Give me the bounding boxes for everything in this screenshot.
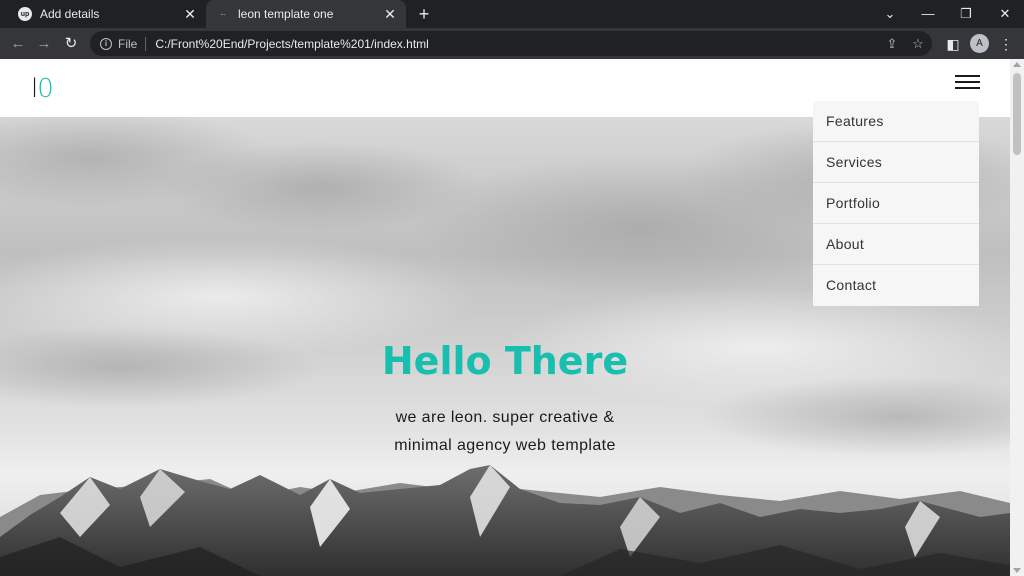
restore-icon[interactable]: ❐ [956, 4, 976, 24]
hero-title: Hello There [381, 339, 629, 383]
new-tab-button[interactable]: + [414, 4, 434, 24]
address-separator [145, 36, 147, 51]
menu-item-features[interactable]: Features [813, 101, 979, 142]
menu-item-about[interactable]: About [813, 224, 979, 265]
address-bar[interactable]: i File C:/Front%20End/Projects/template%… [90, 31, 932, 56]
tab-favicon-icon: up [18, 7, 32, 21]
info-icon[interactable]: i [100, 37, 112, 50]
tab-leon-template[interactable]: ... leon template one ✕ [206, 0, 406, 28]
tab-search-icon[interactable]: ⌄ [880, 4, 900, 24]
menu-item-contact[interactable]: Contact [813, 265, 979, 306]
bookmark-star-icon[interactable]: ☆ [909, 35, 927, 53]
address-scheme: File [118, 36, 138, 51]
hero-subtitle-line: minimal agency web template [394, 437, 616, 454]
logo-letter: 0 [37, 74, 54, 104]
close-tab-icon[interactable]: ✕ [382, 6, 398, 22]
menu-item-services[interactable]: Services [813, 142, 979, 183]
hamburger-menu-icon[interactable] [955, 75, 980, 91]
profile-avatar[interactable]: A [970, 34, 989, 53]
tab-title: leon template one [238, 7, 334, 21]
reload-icon[interactable]: ↻ [61, 34, 81, 54]
close-window-icon[interactable]: ✕ [995, 4, 1015, 24]
share-icon[interactable]: ⇪ [883, 35, 901, 53]
page-scrollbar[interactable] [1010, 59, 1024, 576]
minimize-icon[interactable]: — [918, 4, 938, 24]
scrollbar-thumb[interactable] [1013, 73, 1021, 155]
browser-toolbar: ← → ↻ i File C:/Front%20End/Projects/tem… [0, 28, 1024, 59]
dropdown-nav-menu: Features Services Portfolio About Contac… [813, 101, 979, 306]
side-panel-icon[interactable]: ◧ [943, 34, 963, 54]
page-viewport: Hello There we are leon. super creative … [0, 59, 1024, 576]
tab-title: Add details [40, 7, 100, 21]
back-icon[interactable]: ← [8, 34, 28, 54]
hero-subtitle-line: we are leon. super creative & [395, 409, 615, 426]
more-menu-icon[interactable]: ⋮ [996, 34, 1016, 54]
tab-favicon-icon: ... [220, 11, 226, 17]
hero-subtitle: we are leon. super creative & minimal ag… [0, 404, 1010, 460]
tab-add-details[interactable]: up Add details ✕ [8, 0, 206, 28]
scroll-down-arrow-icon[interactable] [1013, 568, 1021, 573]
tab-strip: up Add details ✕ ... leon template one ✕… [0, 0, 1024, 28]
forward-icon[interactable]: → [34, 34, 54, 54]
menu-item-portfolio[interactable]: Portfolio [813, 183, 979, 224]
address-url[interactable]: C:/Front%20End/Projects/template%201/ind… [155, 37, 428, 51]
scroll-up-arrow-icon[interactable] [1013, 62, 1021, 67]
close-tab-icon[interactable]: ✕ [182, 6, 198, 22]
site-logo[interactable]: l0 [31, 74, 54, 104]
